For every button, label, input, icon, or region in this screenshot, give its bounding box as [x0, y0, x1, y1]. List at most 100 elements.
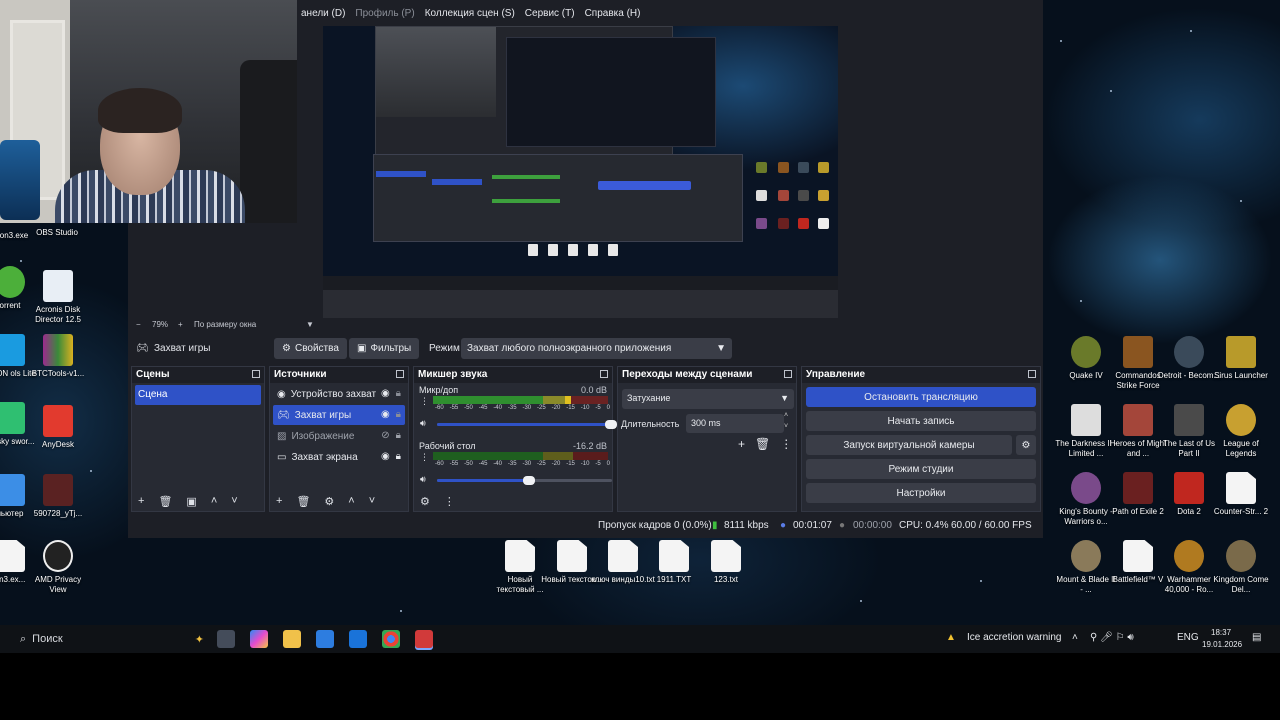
preview-game-icon: [798, 218, 809, 229]
desktop-game-8[interactable]: League of Legends: [1209, 404, 1273, 459]
obs-taskbar-icon[interactable]: [415, 630, 433, 648]
kebab-menu-icon[interactable]: ⋮: [420, 452, 429, 463]
clock-date[interactable]: 19.01.2026: [1202, 640, 1242, 649]
weather-warning[interactable]: Ice accretion warning: [967, 632, 1062, 643]
source-settings-button[interactable]: ⚙: [324, 495, 334, 508]
kebab-menu-icon[interactable]: ⋮: [420, 396, 429, 407]
eye-icon[interactable]: ◉: [381, 451, 390, 462]
stop-stream-button[interactable]: Остановить трансляцию: [806, 387, 1036, 407]
move-down-button[interactable]: ˅: [369, 495, 375, 507]
properties-button[interactable]: ⚙ Свойства: [274, 338, 347, 359]
virtual-camera-button[interactable]: Запуск виртуальной камеры: [806, 435, 1012, 455]
copilot-icon[interactable]: [250, 630, 268, 648]
preview-file-icon: [568, 244, 578, 256]
source-item[interactable]: ▨ Изображение ⊘ 🔒︎: [273, 426, 405, 446]
kebab-menu-icon[interactable]: ⋮: [780, 437, 792, 451]
undock-icon[interactable]: [252, 370, 260, 378]
desktop-icon-acronis[interactable]: Acronis Disk Director 12.5: [26, 270, 90, 325]
menu-help[interactable]: Справка (H): [580, 6, 646, 24]
zoom-out-button[interactable]: −: [136, 320, 141, 329]
mail-icon[interactable]: [349, 630, 367, 648]
preview-game-icon: [778, 162, 789, 173]
desktop-game-4[interactable]: Sirus Launcher: [1209, 336, 1273, 381]
source-item[interactable]: ▭ Захват экрана ◉ 🔒︎: [273, 447, 405, 467]
add-source-button[interactable]: +: [276, 495, 282, 507]
lock-icon[interactable]: 🔒︎: [396, 451, 401, 462]
virtual-camera-settings-button[interactable]: ⚙: [1016, 435, 1036, 455]
undock-icon[interactable]: [784, 370, 792, 378]
move-down-button[interactable]: ˅: [231, 495, 237, 507]
spin-down-icon[interactable]: ˅: [784, 423, 788, 430]
desktop-icon-amd-privacy[interactable]: AMD Privacy View: [26, 540, 90, 595]
scene-item[interactable]: Сцена: [135, 385, 261, 405]
record-time: 00:00:00: [853, 520, 892, 531]
status-bar: Пропуск кадров 0 (0.0%) ▮ 8111 kbps ● 00…: [128, 514, 1043, 536]
desktop-file-5[interactable]: 123.txt: [694, 540, 758, 585]
language-indicator[interactable]: ENG: [1177, 632, 1199, 643]
volume-slider[interactable]: [437, 476, 612, 485]
preview-game-icon: [798, 190, 809, 201]
zoom-dropdown-icon[interactable]: ▼: [306, 320, 314, 329]
lock-icon[interactable]: 🔒︎: [396, 430, 401, 441]
desktop-game-16[interactable]: Kingdom Come Del...: [1209, 540, 1273, 595]
zoom-in-button[interactable]: +: [178, 320, 183, 329]
undock-icon[interactable]: [600, 370, 608, 378]
tray-icons[interactable]: ⚲ 🎤︎ ⚐ 🔊︎: [1090, 632, 1134, 643]
scene-filters-button[interactable]: ▣: [186, 495, 196, 508]
studio-mode-button[interactable]: Режим студии: [806, 459, 1036, 479]
menu-docks[interactable]: анели (D): [296, 6, 350, 24]
eye-icon[interactable]: ◉: [381, 388, 390, 399]
tray-chevron-icon[interactable]: ˄: [1072, 632, 1078, 643]
volume-slider[interactable]: [437, 420, 617, 429]
preview-game-icon: [778, 218, 789, 229]
record-icon: ●: [839, 520, 846, 531]
add-scene-button[interactable]: +: [138, 495, 144, 507]
lock-icon[interactable]: 🔒︎: [396, 409, 401, 420]
desktop-icon-obs[interactable]: OBS Studio: [25, 228, 89, 238]
file-explorer-icon[interactable]: [283, 630, 301, 648]
kebab-menu-icon[interactable]: ⋮: [444, 495, 455, 508]
move-up-button[interactable]: ˄: [211, 495, 217, 507]
spin-up-icon[interactable]: ˄: [784, 412, 788, 419]
move-up-button[interactable]: ˄: [348, 495, 354, 507]
capture-mode-select[interactable]: Захват любого полноэкранного приложения ▼: [461, 338, 732, 359]
clock-time[interactable]: 18:37: [1211, 628, 1231, 637]
preview-file-icon: [608, 244, 618, 256]
speaker-icon[interactable]: 🔊︎: [420, 474, 426, 485]
task-view-icon[interactable]: [217, 630, 235, 648]
desktop-icon-anydesk[interactable]: AnyDesk: [26, 405, 90, 450]
store-icon[interactable]: [316, 630, 334, 648]
lock-icon[interactable]: 🔒︎: [396, 388, 401, 399]
menu-profile[interactable]: Профиль (P): [350, 6, 419, 24]
filters-button[interactable]: ▣ Фильтры: [349, 338, 420, 359]
preview-file-icon: [528, 244, 538, 256]
duration-input[interactable]: 300 ms: [686, 414, 784, 433]
speaker-icon[interactable]: 🔊︎: [420, 418, 426, 429]
start-record-button[interactable]: Начать запись: [806, 411, 1036, 431]
add-transition-button[interactable]: +: [738, 437, 745, 451]
preview-file-icon: [588, 244, 598, 256]
desktop-game-12[interactable]: Counter-Str... 2: [1209, 472, 1273, 517]
source-item[interactable]: ◉ Устройство захват ◉ 🔒︎: [273, 384, 405, 404]
remove-scene-button[interactable]: 🗑︎: [158, 495, 172, 508]
menu-tools[interactable]: Сервис (T): [520, 6, 580, 24]
chrome-icon[interactable]: [382, 630, 400, 648]
eye-hidden-icon[interactable]: ⊘: [381, 430, 389, 441]
remove-source-button[interactable]: 🗑︎: [296, 495, 310, 508]
transition-type-select[interactable]: Затухание ▼: [622, 389, 794, 409]
zoom-mode[interactable]: По размеру окна: [194, 320, 256, 329]
remove-transition-button[interactable]: 🗑︎: [755, 437, 770, 451]
desktop-icon-image[interactable]: 590728_yTj...: [26, 474, 90, 519]
undock-icon[interactable]: [1028, 370, 1036, 378]
gamepad-icon: 🎮︎: [277, 409, 290, 421]
desktop-icon-btctools[interactable]: BTCTools-v1...: [26, 334, 90, 379]
menu-scene-collection[interactable]: Коллекция сцен (S): [420, 6, 520, 24]
source-item[interactable]: 🎮︎ Захват игры ◉ 🔒︎: [273, 405, 405, 425]
eye-icon[interactable]: ◉: [381, 409, 390, 420]
taskbar-search[interactable]: ⌕ Поиск ✦: [14, 628, 204, 650]
undock-icon[interactable]: [396, 370, 404, 378]
notification-icon[interactable]: ▤: [1252, 632, 1261, 643]
preview-canvas[interactable]: [323, 26, 838, 290]
settings-button[interactable]: Настройки: [806, 483, 1036, 503]
advanced-audio-icon[interactable]: ⚙: [420, 495, 430, 508]
